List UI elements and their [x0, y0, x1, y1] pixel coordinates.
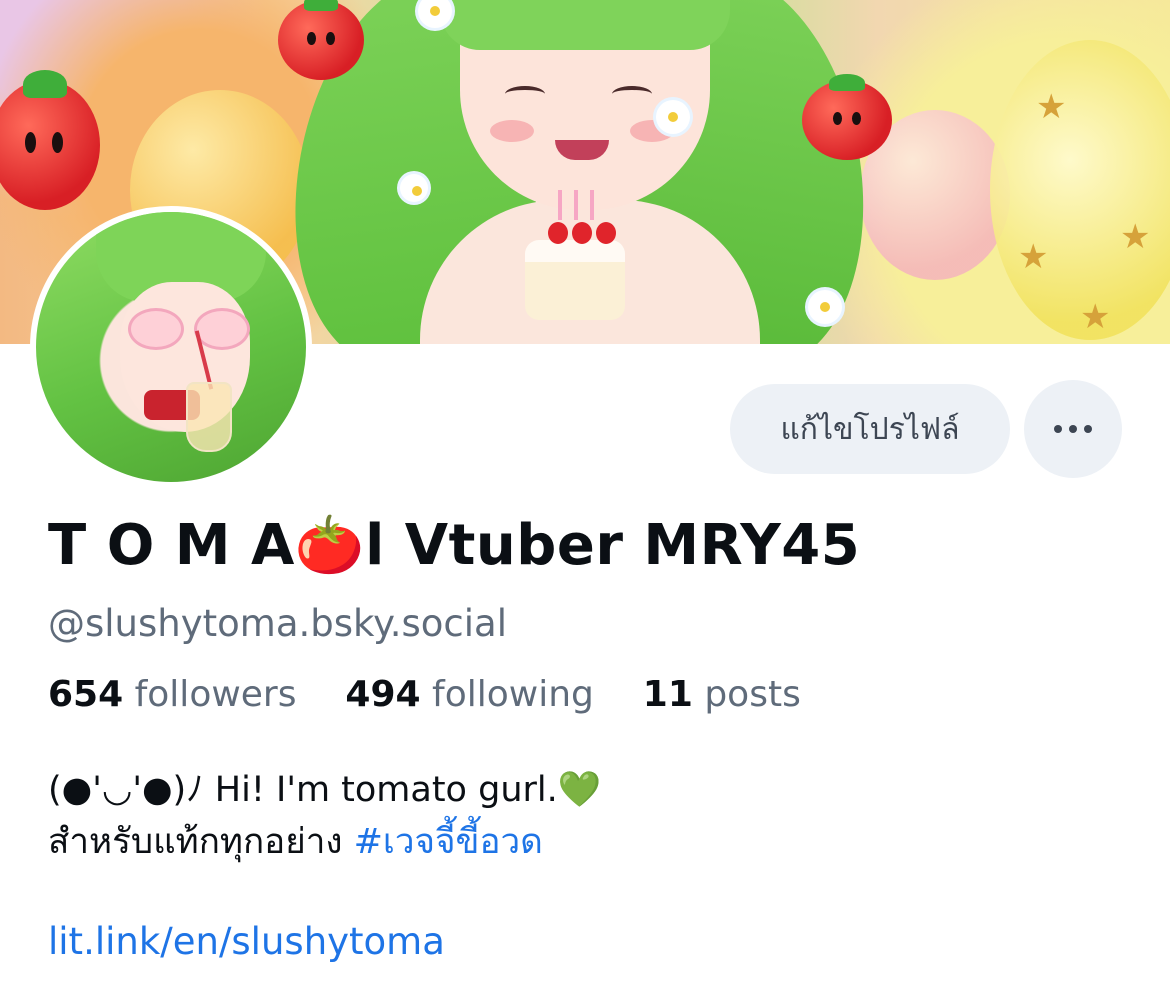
tomato-mascot — [0, 69, 100, 210]
tomato-mascot — [278, 0, 364, 80]
flower-decoration — [656, 100, 690, 134]
avatar-drink — [186, 382, 232, 452]
followers-count: 654 — [48, 674, 124, 715]
strawberry — [572, 222, 592, 244]
profile-website-link[interactable]: lit.link/en/slushytoma — [48, 920, 445, 963]
more-options-button[interactable] — [1024, 380, 1122, 478]
star-decoration: ★ — [1080, 297, 1111, 337]
bio-text: สำหรับแท้กทุกอย่าง — [48, 822, 354, 862]
candle — [574, 190, 578, 220]
following-count: 494 — [345, 674, 421, 715]
bio-line: (●'◡'●)ﾉ Hi! I'm tomato gurl.💚 — [48, 770, 602, 810]
star-decoration: ★ — [1120, 217, 1151, 257]
followers-stat[interactable]: 654 followers — [48, 674, 308, 715]
display-name: T O M A🍅l Vtuber MRY45 — [48, 513, 861, 578]
more-horizontal-icon — [1084, 425, 1092, 433]
profile-handle: @slushytoma.bsky.social — [48, 602, 507, 645]
flower-decoration — [808, 290, 842, 324]
star-decoration: ★ — [1018, 237, 1049, 277]
avatar-glasses — [194, 308, 250, 350]
tomato-mascot — [802, 73, 892, 160]
bio-hashtag-link[interactable]: #เวจจี้ขี้อวด — [354, 822, 543, 862]
avatar-glasses — [128, 308, 184, 350]
edit-profile-button[interactable]: แก้ไขโปรไฟล์ — [730, 384, 1010, 474]
candle — [590, 190, 594, 220]
more-horizontal-icon — [1054, 425, 1062, 433]
posts-label: posts — [704, 674, 801, 715]
character-bangs — [440, 0, 730, 50]
profile-stats: 654 followers 494 following 11 posts — [48, 674, 801, 715]
eye — [505, 86, 545, 102]
balloon-decoration — [990, 40, 1170, 340]
more-horizontal-icon — [1069, 425, 1077, 433]
posts-stat: 11 posts — [643, 674, 801, 715]
profile-bio: (●'◡'●)ﾉ Hi! I'm tomato gurl.💚 สำหรับแท้… — [48, 764, 601, 868]
eye — [612, 86, 652, 102]
star-decoration: ★ — [1036, 87, 1067, 127]
posts-count: 11 — [642, 674, 693, 715]
following-label: following — [432, 674, 594, 715]
flower-decoration — [400, 174, 428, 202]
cheek — [490, 120, 534, 142]
strawberry — [548, 222, 568, 244]
avatar[interactable] — [30, 206, 312, 488]
following-stat[interactable]: 494 following — [345, 674, 605, 715]
strawberry — [596, 222, 616, 244]
followers-label: followers — [134, 674, 297, 715]
candle — [558, 190, 562, 220]
bio-line: สำหรับแท้กทุกอย่าง #เวจจี้ขี้อวด — [48, 816, 601, 868]
birthday-cake — [525, 240, 625, 320]
